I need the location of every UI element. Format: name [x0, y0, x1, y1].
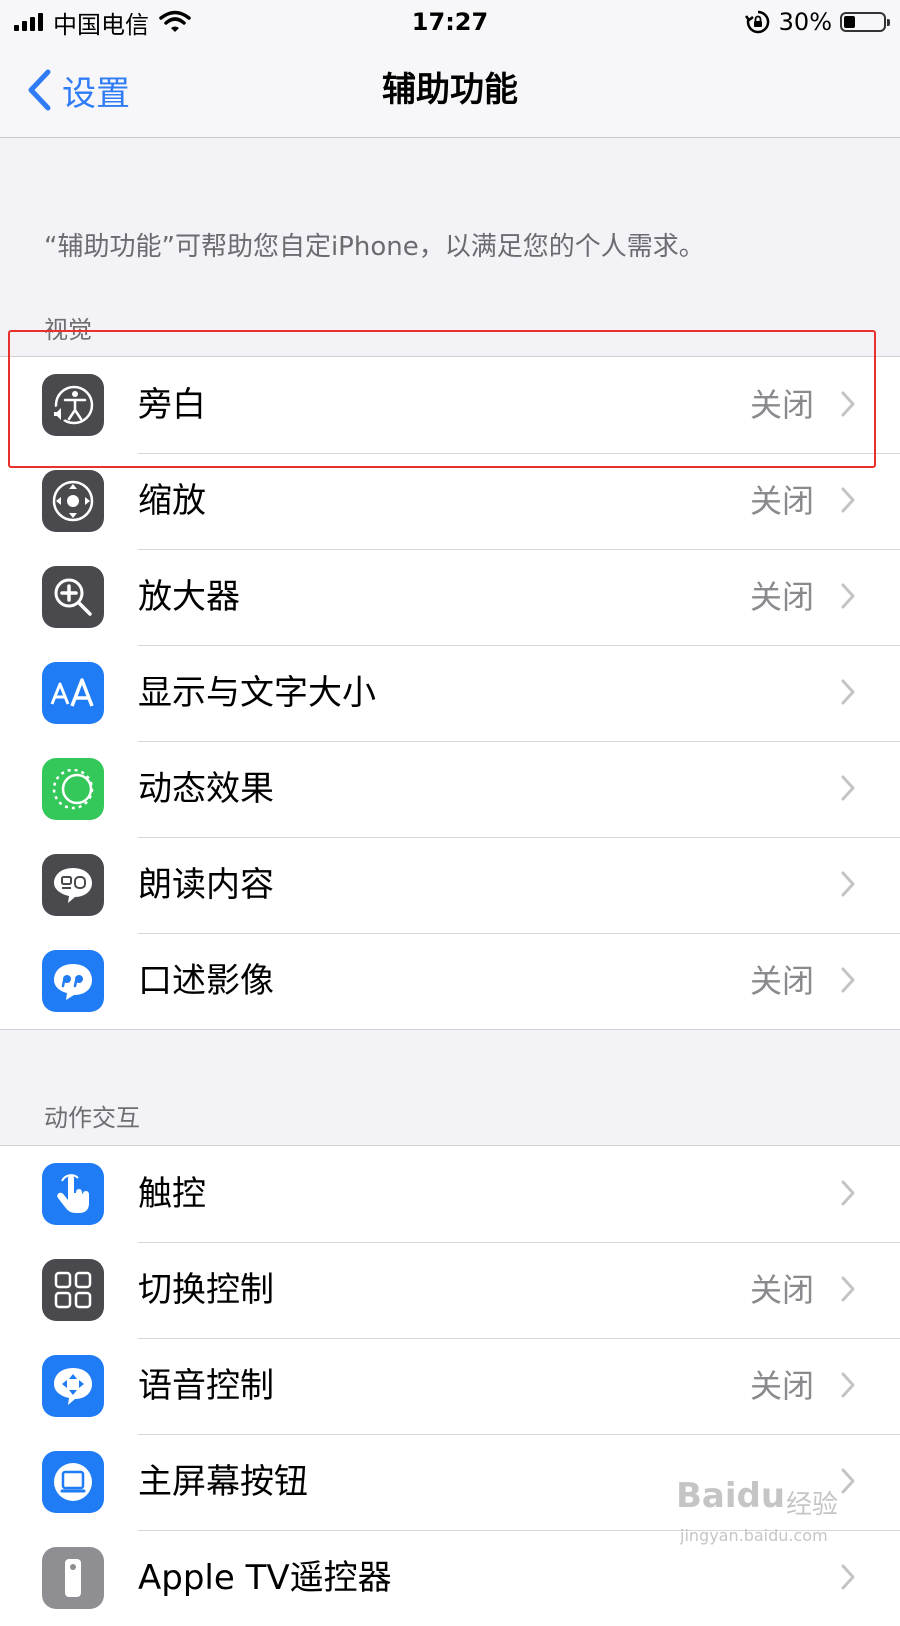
intro-text: “辅助功能”可帮助您自定iPhone，以满足您的个人需求。: [44, 232, 705, 262]
battery-icon: [840, 12, 890, 32]
section-header-interaction: 动作交互: [44, 1104, 140, 1132]
row-label: 切换控制: [138, 1270, 274, 1310]
row-voice-control[interactable]: 语音控制 关闭: [0, 1338, 900, 1434]
row-value: 关闭: [749, 1367, 814, 1405]
row-label: 语音控制: [138, 1366, 274, 1406]
row-audio-descriptions[interactable]: 口述影像 关闭: [0, 933, 900, 1029]
motion-icon: [42, 758, 104, 820]
row-label: 口述影像: [138, 961, 274, 1001]
row-switch-control[interactable]: 切换控制 关闭: [0, 1242, 900, 1338]
row-label: 动态效果: [138, 769, 274, 809]
row-apple-tv-remote[interactable]: Apple TV遥控器: [0, 1530, 900, 1626]
row-display-text-size[interactable]: 显示与文字大小: [0, 645, 900, 741]
row-label: Apple TV遥控器: [138, 1558, 392, 1598]
interaction-group: 触控 切换控制 关闭 语音控制 关闭 主屏幕按钮 Apple TV遥控器: [0, 1145, 900, 1626]
row-label: 缩放: [138, 481, 206, 521]
voice-control-icon: [42, 1355, 104, 1417]
row-value: 关闭: [749, 482, 814, 520]
row-label: 显示与文字大小: [138, 673, 376, 713]
highlight-annotation: [8, 330, 876, 468]
magnifier-icon: [42, 566, 104, 628]
row-value: 关闭: [749, 578, 814, 616]
row-touch[interactable]: 触控: [0, 1146, 900, 1242]
switch-control-icon: [42, 1259, 104, 1321]
row-label: 主屏幕按钮: [138, 1462, 308, 1502]
status-right: 30%: [744, 6, 890, 38]
chevron-right-icon: [841, 775, 855, 801]
audio-descriptions-icon: [42, 950, 104, 1012]
row-motion[interactable]: 动态效果: [0, 741, 900, 837]
zoom-icon: [42, 470, 104, 532]
chevron-right-icon: [841, 583, 855, 609]
battery-fill: [844, 16, 856, 28]
battery-percent: 30%: [778, 8, 832, 36]
row-home-button[interactable]: 主屏幕按钮: [0, 1434, 900, 1530]
navigation-bar: 设置 辅助功能: [0, 46, 900, 138]
row-label: 触控: [138, 1174, 206, 1214]
chevron-right-icon: [841, 1372, 855, 1398]
chevron-right-icon: [841, 679, 855, 705]
chevron-right-icon: [841, 1180, 855, 1206]
page-title: 辅助功能: [382, 70, 518, 110]
chevron-right-icon: [841, 967, 855, 993]
chevron-right-icon: [841, 1564, 855, 1590]
row-label: 朗读内容: [138, 865, 274, 905]
chevron-right-icon: [841, 871, 855, 897]
row-value: 关闭: [749, 1271, 814, 1309]
rotation-lock-icon: [744, 10, 769, 34]
row-magnifier[interactable]: 放大器 关闭: [0, 549, 900, 645]
row-value: 关闭: [749, 962, 814, 1000]
row-spoken-content[interactable]: 朗读内容: [0, 837, 900, 933]
row-label: 放大器: [138, 577, 240, 617]
chevron-right-icon: [841, 1468, 855, 1494]
home-button-icon: [42, 1451, 104, 1513]
status-bar: 中国电信 17:27 30%: [0, 0, 900, 46]
text-size-icon: [42, 662, 104, 724]
chevron-right-icon: [841, 487, 855, 513]
chevron-right-icon: [841, 1276, 855, 1302]
touch-icon: [42, 1163, 104, 1225]
spoken-content-icon: [42, 854, 104, 916]
